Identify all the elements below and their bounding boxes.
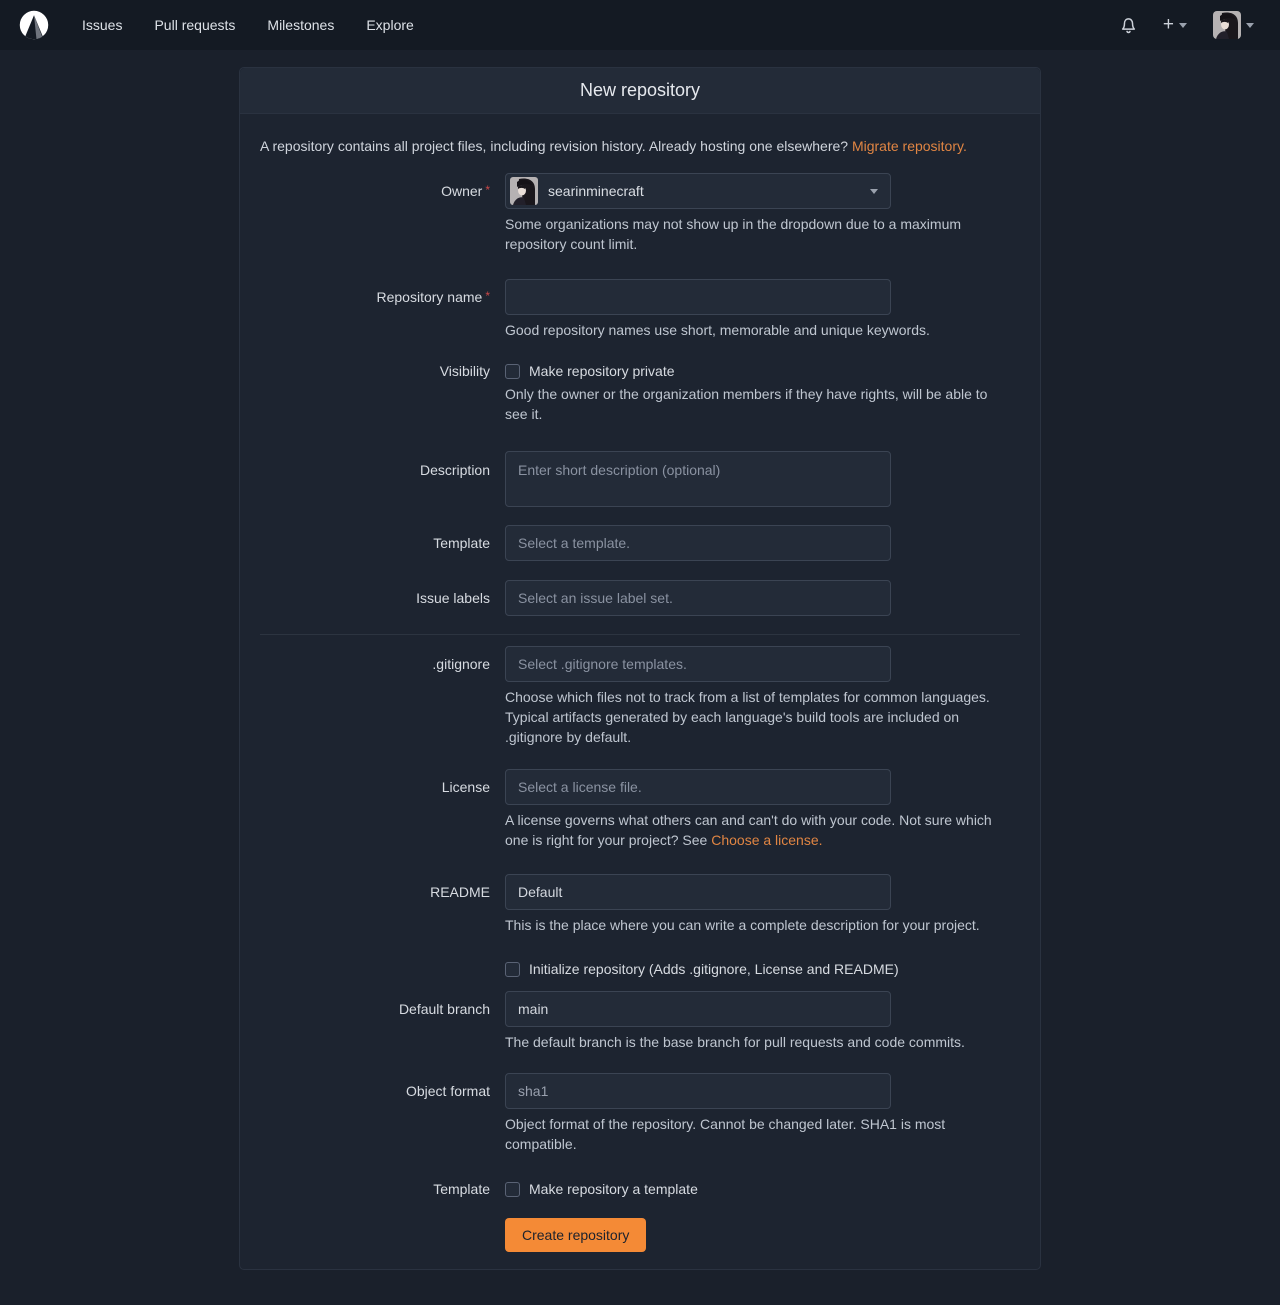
license-select[interactable]: Select a license file. — [505, 769, 891, 805]
panel-body: A repository contains all project files,… — [240, 114, 1040, 1269]
object-format-row: Object format sha1 Object format of the … — [260, 1073, 1020, 1154]
issue-labels-row: Issue labels Select an issue label set. — [260, 580, 1020, 616]
default-branch-label: Default branch — [260, 991, 505, 1052]
readme-help-text: This is the place where you can write a … — [505, 915, 1007, 935]
visibility-field-row: Visibility Make repository private Only … — [260, 362, 1020, 424]
gitignore-label: .gitignore — [260, 646, 505, 747]
issue-labels-select[interactable]: Select an issue label set. — [505, 580, 891, 616]
template-select-label: Template — [260, 525, 505, 561]
page-title: New repository — [580, 80, 700, 100]
repo-name-help-text: Good repository names use short, memorab… — [505, 320, 1007, 340]
readme-row: README Default This is the place where y… — [260, 874, 1020, 935]
bell-icon — [1120, 17, 1137, 34]
gitignore-help-text: Choose which files not to track from a l… — [505, 687, 1007, 747]
intro-text: A repository contains all project files,… — [260, 136, 1020, 156]
nav-link-issues[interactable]: Issues — [66, 0, 138, 50]
owner-selected-value: searinminecraft — [548, 183, 644, 199]
init-repo-label-spacer — [260, 960, 505, 977]
chevron-down-icon — [870, 189, 878, 194]
navbar-right-group: + — [1112, 5, 1262, 45]
chevron-down-icon — [1246, 23, 1254, 28]
license-placeholder: Select a license file. — [518, 779, 642, 795]
template-flag-checkbox-label[interactable]: Make repository a template — [529, 1181, 698, 1197]
license-row: License Select a license file. A license… — [260, 769, 1020, 850]
nav-link-milestones[interactable]: Milestones — [251, 0, 350, 50]
object-format-help-text: Object format of the repository. Cannot … — [505, 1114, 1007, 1154]
nav-link-pull-requests[interactable]: Pull requests — [138, 0, 251, 50]
avatar-image — [1213, 11, 1241, 39]
readme-label: README — [260, 874, 505, 935]
migrate-repository-link[interactable]: Migrate repository. — [852, 138, 967, 154]
user-menu-button[interactable] — [1205, 5, 1262, 45]
init-repo-row: Initialize repository (Adds .gitignore, … — [260, 960, 1020, 977]
template-select[interactable]: Select a template. — [505, 525, 891, 561]
choose-a-license-link[interactable]: Choose a license. — [711, 832, 822, 848]
plus-icon: + — [1163, 17, 1174, 33]
create-new-button[interactable]: + — [1155, 11, 1195, 39]
template-select-row: Template Select a template. — [260, 525, 1020, 561]
section-divider — [260, 634, 1020, 635]
intro-sentence: A repository contains all project files,… — [260, 138, 848, 154]
object-format-selected-value: sha1 — [518, 1083, 548, 1099]
owner-field-row: Owner* searinminecraft — [260, 173, 1020, 254]
default-branch-row: Default branch The default branch is the… — [260, 991, 1020, 1052]
default-branch-input[interactable] — [505, 991, 891, 1027]
object-format-select[interactable]: sha1 — [505, 1073, 891, 1109]
description-label: Description — [260, 451, 505, 507]
repo-name-input[interactable] — [505, 279, 891, 315]
notifications-button[interactable] — [1112, 11, 1145, 40]
user-avatar — [1213, 11, 1241, 39]
template-flag-label: Template — [260, 1180, 505, 1197]
required-asterisk: * — [485, 289, 490, 303]
visibility-label: Visibility — [260, 362, 505, 424]
template-flag-row: Template Make repository a template — [260, 1180, 1020, 1197]
issue-labels-placeholder: Select an issue label set. — [518, 590, 673, 606]
owner-select[interactable]: searinminecraft — [505, 173, 891, 209]
description-textarea[interactable] — [505, 451, 891, 507]
nav-link-explore[interactable]: Explore — [350, 0, 429, 50]
gitignore-placeholder: Select .gitignore templates. — [518, 656, 687, 672]
readme-select[interactable]: Default — [505, 874, 891, 910]
description-field-row: Description — [260, 451, 1020, 507]
owner-help-text: Some organizations may not show up in th… — [505, 214, 1007, 254]
submit-label-spacer — [260, 1218, 505, 1252]
readme-selected-value: Default — [518, 884, 562, 900]
template-select-placeholder: Select a template. — [518, 535, 630, 551]
issue-labels-label: Issue labels — [260, 580, 505, 616]
visibility-help-text: Only the owner or the organization membe… — [505, 384, 1007, 424]
object-format-label: Object format — [260, 1073, 505, 1154]
avatar-image — [510, 177, 538, 205]
repo-name-field-row: Repository name* Good repository names u… — [260, 279, 1020, 340]
create-repository-button[interactable]: Create repository — [505, 1218, 646, 1252]
init-repo-checkbox[interactable] — [505, 962, 520, 977]
private-checkbox[interactable] — [505, 364, 520, 379]
required-asterisk: * — [485, 183, 490, 197]
default-branch-help-text: The default branch is the base branch fo… — [505, 1032, 1007, 1052]
private-checkbox-label[interactable]: Make repository private — [529, 363, 675, 379]
top-navbar: Issues Pull requests Milestones Explore … — [0, 0, 1280, 50]
site-logo[interactable] — [18, 9, 50, 41]
submit-row: Create repository — [260, 1218, 1020, 1252]
codeberg-logo-icon — [18, 9, 50, 41]
owner-label: Owner* — [260, 173, 505, 254]
license-label: License — [260, 769, 505, 850]
license-help-text: A license governs what others can and ca… — [505, 810, 1007, 850]
template-flag-checkbox[interactable] — [505, 1182, 520, 1197]
gitignore-select[interactable]: Select .gitignore templates. — [505, 646, 891, 682]
new-repository-panel: New repository A repository contains all… — [239, 67, 1041, 1270]
chevron-down-icon — [1179, 23, 1187, 28]
owner-avatar — [510, 177, 538, 205]
init-repo-checkbox-label[interactable]: Initialize repository (Adds .gitignore, … — [529, 961, 899, 977]
repo-name-label: Repository name* — [260, 279, 505, 340]
panel-header: New repository — [240, 68, 1040, 114]
gitignore-row: .gitignore Select .gitignore templates. … — [260, 646, 1020, 747]
